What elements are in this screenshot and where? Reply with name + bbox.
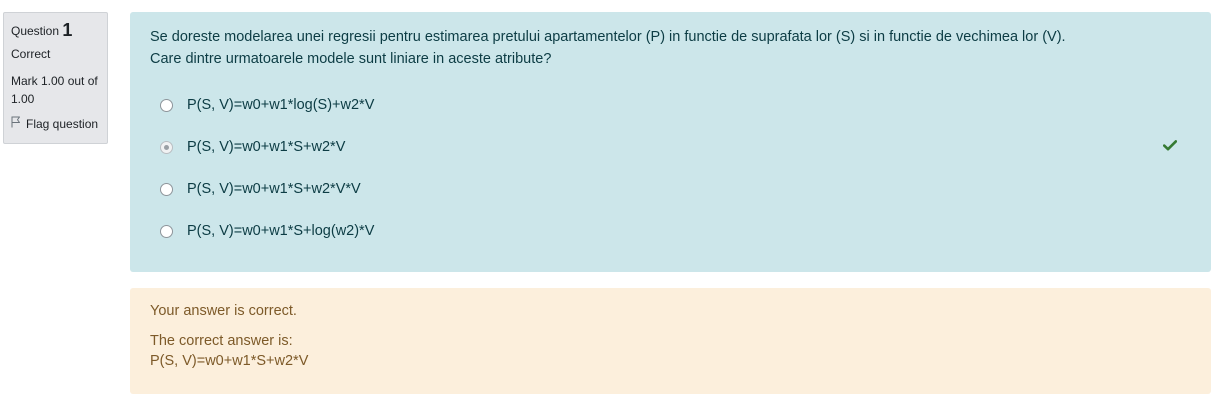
feedback-text: Your answer is correct. [150, 303, 297, 319]
answer-radio-2[interactable] [160, 140, 173, 154]
question-text-line-1: Se doreste modelarea unei regresii pentr… [150, 29, 1066, 45]
right-answer-block: The correct answer is: P(S, V)=w0+w1*S+w… [150, 331, 1191, 371]
question-number: 1 [62, 20, 73, 40]
answer-radio-1[interactable] [160, 98, 173, 112]
question-formulation: Se doreste modelarea unei regresii pentr… [130, 12, 1211, 272]
answer-option-3[interactable]: P(S, V)=w0+w1*S+w2*V*V [150, 168, 1191, 210]
flag-icon [11, 116, 21, 132]
flag-question-label: Flag question [26, 117, 99, 131]
answer-option-2[interactable]: P(S, V)=w0+w1*S+w2*V [150, 126, 1191, 168]
answer-label-4: P(S, V)=w0+w1*S+log(w2)*V [187, 223, 375, 239]
right-answer-value: P(S, V)=w0+w1*S+w2*V [150, 353, 309, 369]
question-info-panel: Question 1 Correct Mark 1.00 out of 1.00… [3, 12, 108, 144]
answer-options: P(S, V)=w0+w1*log(S)+w2*V P(S, V)=w0+w1*… [150, 84, 1191, 252]
answer-option-1[interactable]: P(S, V)=w0+w1*log(S)+w2*V [150, 84, 1191, 126]
answer-label-1: P(S, V)=w0+w1*log(S)+w2*V [187, 97, 375, 113]
question-text-line-2: Care dintre urmatoarele modele sunt lini… [150, 51, 552, 67]
question-word: Question [11, 24, 60, 38]
question-state: Correct [11, 47, 51, 61]
question-grade: Mark 1.00 out of 1.00 [11, 74, 98, 106]
question-text: Se doreste modelarea unei regresii pentr… [150, 26, 1191, 70]
question-number-line: Question 1 [11, 21, 100, 40]
question-outcome: Your answer is correct. The correct answ… [130, 288, 1211, 394]
answer-radio-4[interactable] [160, 224, 173, 238]
flag-question-button[interactable]: Flag question [11, 116, 100, 132]
answer-label-2: P(S, V)=w0+w1*S+w2*V [187, 139, 346, 155]
answer-radio-3[interactable] [160, 182, 173, 196]
answer-label-3: P(S, V)=w0+w1*S+w2*V*V [187, 181, 361, 197]
correct-check-icon [1162, 139, 1178, 155]
right-answer-intro: The correct answer is: [150, 333, 293, 349]
answer-option-4[interactable]: P(S, V)=w0+w1*S+log(w2)*V [150, 210, 1191, 252]
